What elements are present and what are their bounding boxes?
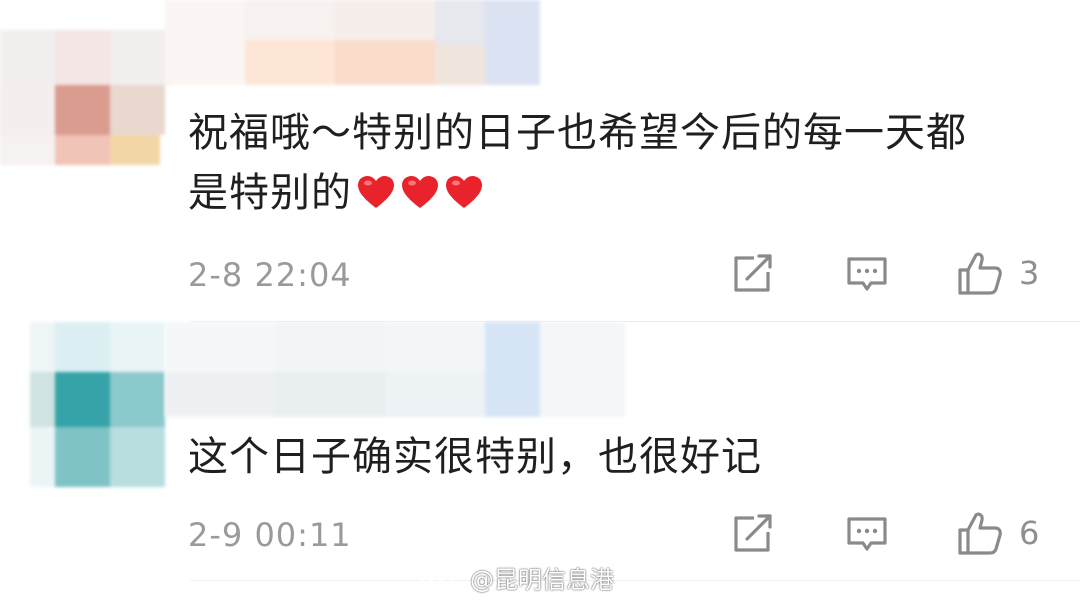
comment-text-line: 是特别的 [188,170,352,216]
comment-time: 2-9 00:11 [188,516,352,554]
repost-button[interactable] [732,254,774,294]
repost-icon [734,254,772,292]
like-button[interactable]: 6 [957,510,1039,556]
heart-emoji [358,176,394,208]
watermark-text: @昆明信息港 [470,566,614,594]
comment-text-line: 这个日子确实很特别，也很好记 [188,434,762,480]
avatar[interactable] [30,322,165,487]
weibo-logo-icon [421,561,464,593]
comment-item: 祝福哦～特别的日子也希望今后的每一天都 是特别的 2-8 22:04 3 [0,0,1080,322]
heart-emoji [446,176,482,208]
reply-button[interactable] [845,515,889,555]
comment-text: 这个日子确实很特别，也很好记 [188,427,1058,487]
emoji-group [356,167,488,227]
username[interactable] [165,0,540,85]
comment-icon [847,517,887,551]
avatar[interactable] [0,30,170,165]
like-button[interactable]: 3 [957,250,1039,296]
divider [190,580,1080,581]
like-count: 3 [1019,254,1040,292]
thumbs-up-icon [958,512,1002,555]
comment-icon [847,257,887,291]
comment-text-line: 祝福哦～特别的日子也希望今后的每一天都 [188,110,967,156]
comment-time: 2-8 22:04 [188,256,352,294]
repost-icon [734,514,772,552]
thumbs-up-icon [958,252,1002,295]
username[interactable] [165,322,625,417]
watermark: @昆明信息港 [420,560,614,595]
heart-emoji [402,176,438,208]
repost-button[interactable] [732,514,774,554]
comment-text: 祝福哦～特别的日子也希望今后的每一天都 是特别的 [188,103,1058,227]
reply-button[interactable] [845,255,889,295]
like-count: 6 [1019,514,1040,552]
